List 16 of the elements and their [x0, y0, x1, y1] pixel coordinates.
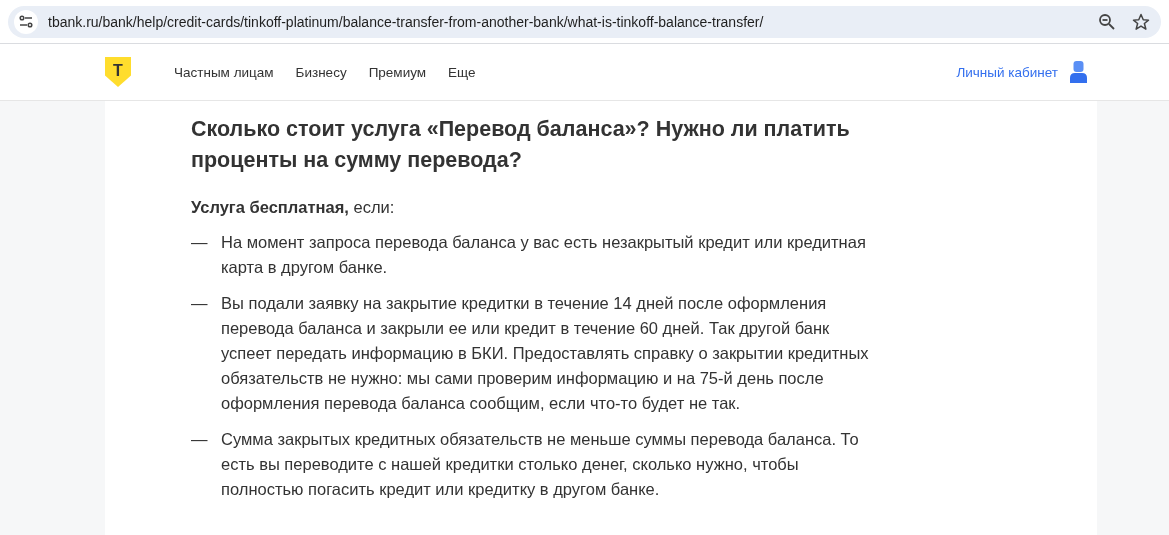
article-heading: Сколько стоит услуга «Перевод баланса»? Нужно ли платить проценты на сумму перевода?	[191, 116, 851, 174]
intro-text: Услуга бесплатная, если:	[191, 197, 396, 218]
list-item-text: Вы подали заявку на закрытие кредитки в течение 14 дней после оформления перевода баланса и закрыли ее или кредит в течение 60 дней. Так другой банк успеет передать информацию в БКИ. Предоставлять справку о закрытии кредитных обязательств не нужно: мы сами проверим информацию и на 75-й день после оформления перевода баланса сообщим, если что-то будет не так.	[221, 293, 870, 414]
user-icon[interactable]	[1070, 61, 1087, 83]
list-dash: —	[191, 429, 209, 450]
bank-logo[interactable]: Т	[105, 57, 131, 87]
list-item-text: Сумма закрытых кредитных обязательств не меньше суммы перевода баланса. То есть вы переводите с нашей кредитки столько денег, сколько нужно, чтобы полностью погасить кредит или кредитку в другом банке.	[221, 429, 860, 500]
nav-link[interactable]: Премиум	[368, 64, 427, 80]
nav-link[interactable]: Бизнесу	[295, 64, 347, 80]
list-dash: —	[191, 293, 209, 314]
list-item-text: На момент запроса перевода баланса у вас есть незакрытый кредит или кредитная карта в другом банке.	[221, 232, 867, 278]
site-settings-icon[interactable]	[14, 9, 38, 34]
list-dash: —	[191, 232, 209, 253]
account-link[interactable]: Личный кабинет	[956, 64, 1058, 80]
nav-link[interactable]: Еще	[448, 64, 476, 80]
nav-link[interactable]: Частным лицам	[174, 64, 274, 80]
